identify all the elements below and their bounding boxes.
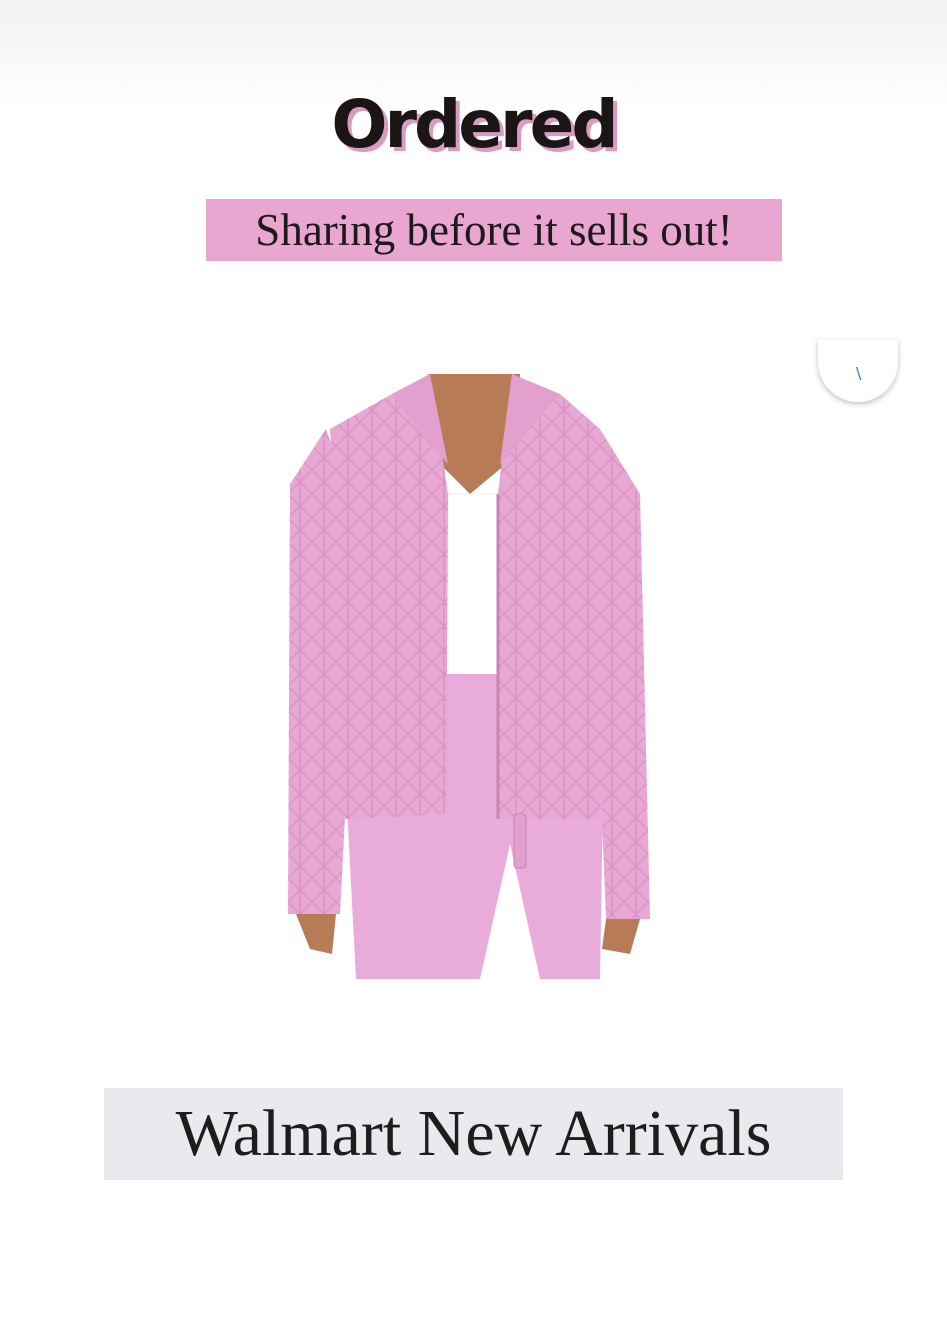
subtitle-text: Sharing before it sells out!: [255, 205, 733, 255]
zipper-pull: [513, 813, 527, 869]
headline: Ordered: [331, 86, 618, 163]
footer-text: Walmart New Arrivals: [175, 1097, 772, 1170]
product-image[interactable]: [0, 374, 947, 1014]
white-top: [447, 493, 499, 685]
subtitle-banner: Sharing before it sells out!: [206, 199, 782, 261]
left-hand: [296, 914, 336, 954]
jacket-illustration: [288, 374, 650, 979]
footer-banner: Walmart New Arrivals: [104, 1088, 843, 1180]
chevron-down-icon: ∖: [852, 366, 864, 383]
right-hand: [602, 919, 640, 954]
